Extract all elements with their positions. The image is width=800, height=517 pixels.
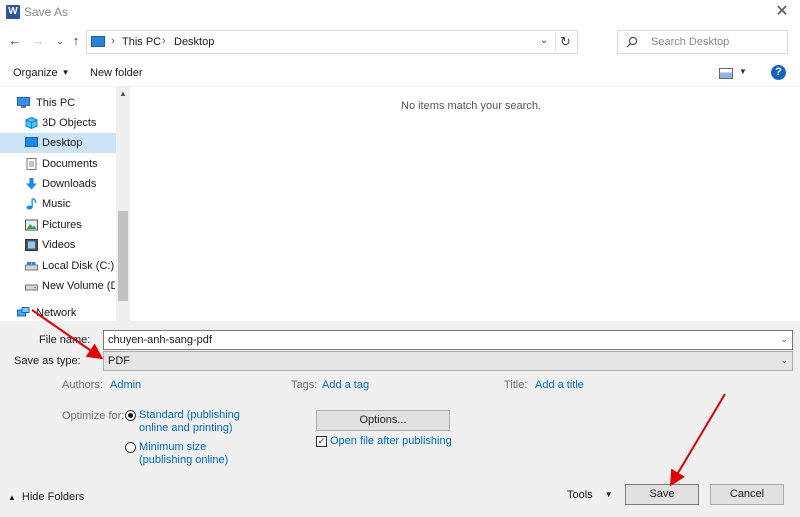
- file-list-area[interactable]: No items match your search.: [131, 87, 800, 321]
- command-toolbar: Organize ▼ New folder ▼ ?: [0, 59, 800, 87]
- view-options-icon[interactable]: [719, 68, 733, 79]
- forward-arrow-icon[interactable]: →: [30, 33, 46, 49]
- picture-icon: [25, 219, 38, 231]
- computer-icon: [91, 36, 105, 47]
- up-arrow-icon[interactable]: ↑: [68, 33, 84, 49]
- open-after-publishing-label[interactable]: Open file after publishing: [330, 435, 452, 448]
- open-after-publishing-checkbox[interactable]: ✓: [316, 436, 327, 447]
- sidebar-item-pictures[interactable]: Pictures: [0, 215, 116, 235]
- file-name-label: File name:: [39, 334, 91, 346]
- caret-down-icon: ▼: [604, 490, 613, 499]
- options-button[interactable]: Options...: [316, 410, 450, 431]
- network-icon: [17, 307, 30, 317]
- breadcrumb-desktop[interactable]: Desktop: [174, 36, 214, 48]
- sidebar-item-documents[interactable]: Documents: [0, 154, 116, 174]
- chevron-down-icon[interactable]: ⌄: [780, 355, 788, 366]
- chevron-down-icon[interactable]: ⌄: [780, 334, 788, 345]
- scrollbar-thumb[interactable]: [118, 211, 128, 301]
- breadcrumb-this-pc[interactable]: This PC: [122, 36, 161, 48]
- authors-label: Authors:: [62, 379, 103, 391]
- save-button[interactable]: Save: [625, 484, 699, 505]
- hide-folders-button[interactable]: ▲ Hide Folders: [8, 491, 84, 503]
- sidebar-item-this-pc[interactable]: This PC: [0, 93, 116, 113]
- recent-locations-chevron-icon[interactable]: ⌄: [52, 33, 68, 49]
- optimize-minimum-label[interactable]: Minimum size (publishing online): [139, 441, 228, 467]
- search-input[interactable]: Search Desktop: [617, 30, 788, 54]
- sidebar-item-videos[interactable]: Videos: [0, 235, 116, 255]
- close-button[interactable]: ✕: [772, 2, 792, 22]
- optimize-minimum-radio[interactable]: [125, 442, 136, 453]
- tools-menu[interactable]: Tools ▼: [567, 489, 613, 501]
- optimize-standard-label[interactable]: Standard (publishing online and printing): [139, 409, 240, 435]
- window-title: Save As: [24, 5, 69, 19]
- chevron-down-icon[interactable]: ⌄: [537, 35, 551, 49]
- authors-field[interactable]: Admin: [110, 379, 141, 391]
- computer-icon: [17, 97, 30, 108]
- sidebar-item-music[interactable]: Music: [0, 194, 116, 214]
- sidebar-scrollbar[interactable]: ▲: [116, 87, 130, 321]
- optimize-standard-radio[interactable]: [125, 410, 136, 421]
- search-icon: [626, 36, 638, 48]
- help-icon[interactable]: ?: [771, 65, 786, 80]
- word-app-icon: W: [6, 5, 20, 19]
- navigation-pane: This PC 3D Objects Desktop Documents Dow…: [0, 87, 130, 321]
- search-placeholder: Search Desktop: [651, 36, 730, 48]
- title-field[interactable]: Add a title: [535, 379, 584, 391]
- download-arrow-icon: [26, 178, 37, 190]
- file-name-input[interactable]: chuyen-anh-sang-pdf ⌄: [103, 330, 793, 350]
- breadcrumb-separator-icon: ›: [111, 35, 115, 47]
- caret-down-icon: ▼: [61, 68, 70, 77]
- music-note-icon: [26, 198, 37, 210]
- address-bar[interactable]: › This PC › Desktop ⌄ ↻: [86, 30, 578, 54]
- refresh-icon[interactable]: ↻: [555, 33, 575, 51]
- empty-folder-message: No items match your search.: [401, 100, 541, 112]
- sidebar-item-desktop[interactable]: Desktop: [0, 133, 116, 153]
- chevron-up-icon: ▲: [8, 493, 16, 502]
- desktop-icon: [25, 137, 38, 147]
- cancel-button[interactable]: Cancel: [710, 484, 784, 505]
- navigation-row: ← → ⌄ ↑ › This PC › Desktop ⌄ ↻ Search D…: [0, 25, 800, 59]
- tags-label: Tags:: [291, 379, 318, 391]
- save-as-type-label: Save as type:: [14, 355, 81, 367]
- sidebar-item-local-disk-c[interactable]: Local Disk (C:): [0, 256, 116, 276]
- title-bar: W Save As ✕: [0, 0, 800, 25]
- tags-field[interactable]: Add a tag: [322, 379, 369, 391]
- organize-menu[interactable]: Organize ▼: [13, 67, 70, 79]
- save-options-panel: File name: chuyen-anh-sang-pdf ⌄ Save as…: [0, 321, 800, 517]
- sidebar-item-new-volume-d[interactable]: New Volume (D:): [0, 276, 116, 296]
- title-label: Title:: [504, 379, 528, 391]
- drive-icon: [25, 284, 38, 291]
- cube-icon: [25, 117, 38, 129]
- sidebar-item-downloads[interactable]: Downloads: [0, 174, 116, 194]
- drive-icon: [25, 262, 38, 271]
- sidebar-item-network[interactable]: Network: [0, 303, 116, 323]
- breadcrumb-separator-icon: ›: [162, 35, 166, 47]
- new-folder-button[interactable]: New folder: [90, 67, 143, 79]
- caret-down-icon[interactable]: ▼: [739, 67, 747, 76]
- sidebar-item-3d-objects[interactable]: 3D Objects: [0, 113, 116, 133]
- save-as-type-select[interactable]: PDF ⌄: [103, 351, 793, 371]
- scroll-up-icon[interactable]: ▲: [119, 89, 127, 98]
- film-icon: [25, 239, 38, 251]
- back-arrow-icon[interactable]: ←: [7, 33, 23, 49]
- document-icon: [26, 158, 37, 170]
- optimize-for-label: Optimize for:: [62, 410, 125, 422]
